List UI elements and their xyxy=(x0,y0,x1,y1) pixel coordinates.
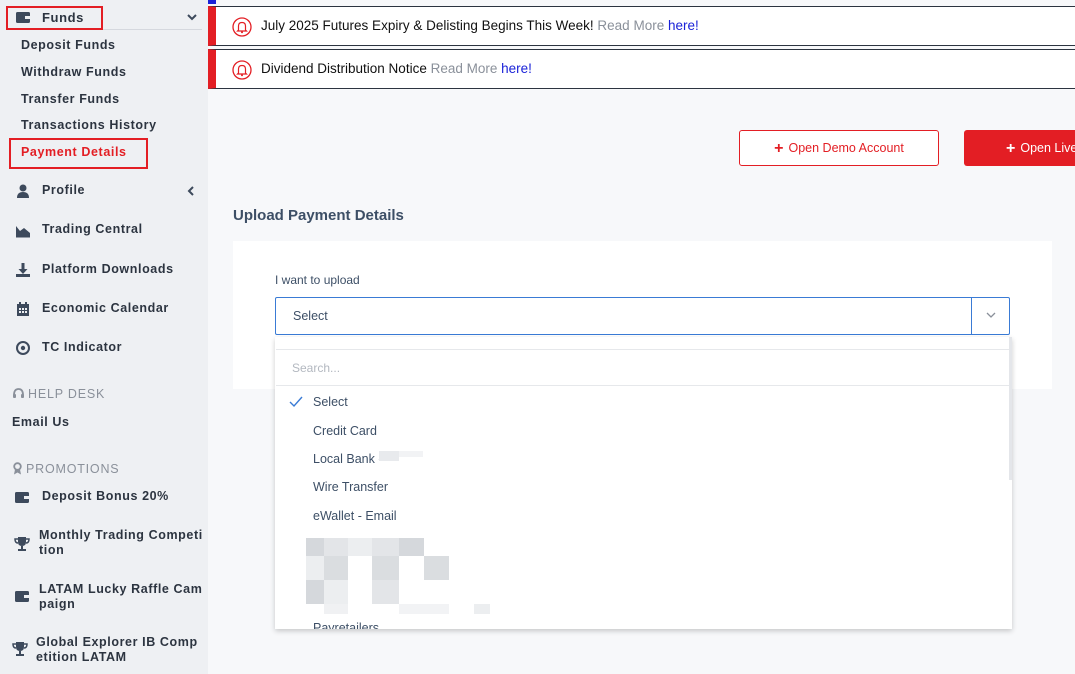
selected-value: Select xyxy=(293,309,328,323)
sidebar-item-label: Deposit Bonus 20% xyxy=(42,489,169,503)
sidebar-item-label: LATAM Lucky Raffle Campaign xyxy=(39,582,203,611)
sidebar-item-label: Profile xyxy=(42,183,86,197)
upload-type-select[interactable]: Select xyxy=(275,297,1010,335)
sidebar-item-global-explorer-ib[interactable]: Global Explorer IB Competition LATAM xyxy=(0,634,208,666)
trophy-icon xyxy=(14,537,30,551)
sidebar-item-deposit-funds[interactable]: Deposit Funds xyxy=(21,38,116,52)
sidebar-item-label: Global Explorer IB Competition LATAM xyxy=(36,635,198,664)
option-select[interactable]: Select xyxy=(313,395,348,409)
open-demo-account-button[interactable]: + Open Demo Account xyxy=(739,130,939,166)
here-link[interactable]: here! xyxy=(501,61,532,76)
open-live-account-button[interactable]: + Open Live xyxy=(964,130,1075,166)
open-live-label: Open Live xyxy=(1020,141,1075,155)
promotions-label: PROMOTIONS xyxy=(26,462,120,476)
open-demo-label: Open Demo Account xyxy=(788,141,904,155)
option-wire-transfer[interactable]: Wire Transfer xyxy=(313,480,388,494)
chevron-down-icon[interactable] xyxy=(186,11,198,23)
bell-icon xyxy=(232,60,252,80)
dropdown-search xyxy=(276,349,1009,386)
user-icon xyxy=(17,184,29,198)
calendar-icon xyxy=(17,302,29,316)
blurred-text xyxy=(399,451,423,457)
upload-type-label: I want to upload xyxy=(275,273,360,287)
sidebar-item-latam-lucky-raffle[interactable]: LATAM Lucky Raffle Campaign xyxy=(0,581,208,613)
sidebar-item-monthly-trading-competition[interactable]: Monthly Trading Competition xyxy=(0,527,208,559)
select-toggle[interactable] xyxy=(971,298,1009,334)
sidebar-item-label: Monthly Trading Competition xyxy=(39,528,203,557)
notice-text: July 2025 Futures Expiry & Delisting Beg… xyxy=(261,18,699,33)
sidebar-item-transfer-funds[interactable]: Transfer Funds xyxy=(21,92,120,106)
target-icon xyxy=(16,341,30,355)
here-link[interactable]: here! xyxy=(668,18,699,33)
sidebar-item-platform-downloads[interactable]: Platform Downloads xyxy=(0,259,208,281)
help-desk-heading: HELP DESK xyxy=(12,387,105,401)
sidebar-item-label: Trading Central xyxy=(42,222,143,236)
dropdown-scrollbar[interactable] xyxy=(1009,337,1012,480)
page: Funds Deposit Funds Withdraw Funds Trans… xyxy=(0,0,1075,674)
sidebar-item-tc-indicator[interactable]: TC Indicator xyxy=(0,337,208,359)
sidebar: Funds Deposit Funds Withdraw Funds Trans… xyxy=(0,0,208,674)
trophy-icon xyxy=(12,642,28,656)
sidebar-item-label: Economic Calendar xyxy=(42,301,169,315)
award-icon xyxy=(13,462,22,475)
sidebar-item-payment-details[interactable]: Payment Details xyxy=(21,145,127,159)
sidebar-item-label: TC Indicator xyxy=(42,340,123,354)
top-progress-line xyxy=(208,0,1075,4)
headset-icon xyxy=(13,388,24,398)
option-credit-card[interactable]: Credit Card xyxy=(313,424,377,438)
option-ewallet-email[interactable]: eWallet - Email xyxy=(313,509,397,523)
sidebar-item-label: Funds xyxy=(42,10,84,25)
area-chart-icon xyxy=(16,226,30,238)
notice-text: Dividend Distribution Notice Read More h… xyxy=(261,61,532,76)
chevron-down-icon xyxy=(986,312,996,318)
upload-payment-details-title: Upload Payment Details xyxy=(233,207,404,224)
chevron-left-icon[interactable] xyxy=(186,185,196,197)
sidebar-item-funds[interactable]: Funds xyxy=(6,6,202,30)
sidebar-item-economic-calendar[interactable]: Economic Calendar xyxy=(0,298,208,320)
select-dropdown: Select Credit Card Local Bank - Wire Tra… xyxy=(275,337,1012,629)
plus-icon: + xyxy=(774,140,784,157)
read-more-text: Read More xyxy=(430,61,498,76)
sidebar-item-withdraw-funds[interactable]: Withdraw Funds xyxy=(21,65,127,79)
wallet-icon xyxy=(16,12,30,23)
read-more-text: Read More xyxy=(597,18,665,33)
bell-icon xyxy=(232,17,252,37)
dropdown-search-input[interactable] xyxy=(276,350,1009,385)
sidebar-item-profile[interactable]: Profile xyxy=(0,180,208,202)
plus-icon: + xyxy=(1006,140,1016,157)
check-icon xyxy=(289,396,303,408)
help-desk-label: HELP DESK xyxy=(28,387,106,401)
notice-title: July 2025 Futures Expiry & Delisting Beg… xyxy=(261,18,594,33)
wallet-icon xyxy=(15,591,29,602)
option-local-bank[interactable]: Local Bank - xyxy=(313,452,382,466)
sidebar-item-transactions-history[interactable]: Transactions History xyxy=(21,118,157,132)
promotions-heading: PROMOTIONS xyxy=(12,462,119,476)
notice-banner-dividend: Dividend Distribution Notice Read More h… xyxy=(208,49,1075,89)
sidebar-item-trading-central[interactable]: Trading Central xyxy=(0,219,208,241)
sidebar-item-email-us[interactable]: Email Us xyxy=(12,415,70,429)
notice-title: Dividend Distribution Notice xyxy=(261,61,427,76)
notice-banner-futures-expiry: July 2025 Futures Expiry & Delisting Beg… xyxy=(208,6,1075,46)
download-icon xyxy=(16,263,30,277)
wallet-icon xyxy=(15,492,29,503)
blurred-text xyxy=(379,451,399,461)
sidebar-item-deposit-bonus[interactable]: Deposit Bonus 20% xyxy=(0,487,208,507)
sidebar-item-label: Platform Downloads xyxy=(42,262,174,276)
option-payretailers[interactable]: Payretailers xyxy=(313,621,379,629)
